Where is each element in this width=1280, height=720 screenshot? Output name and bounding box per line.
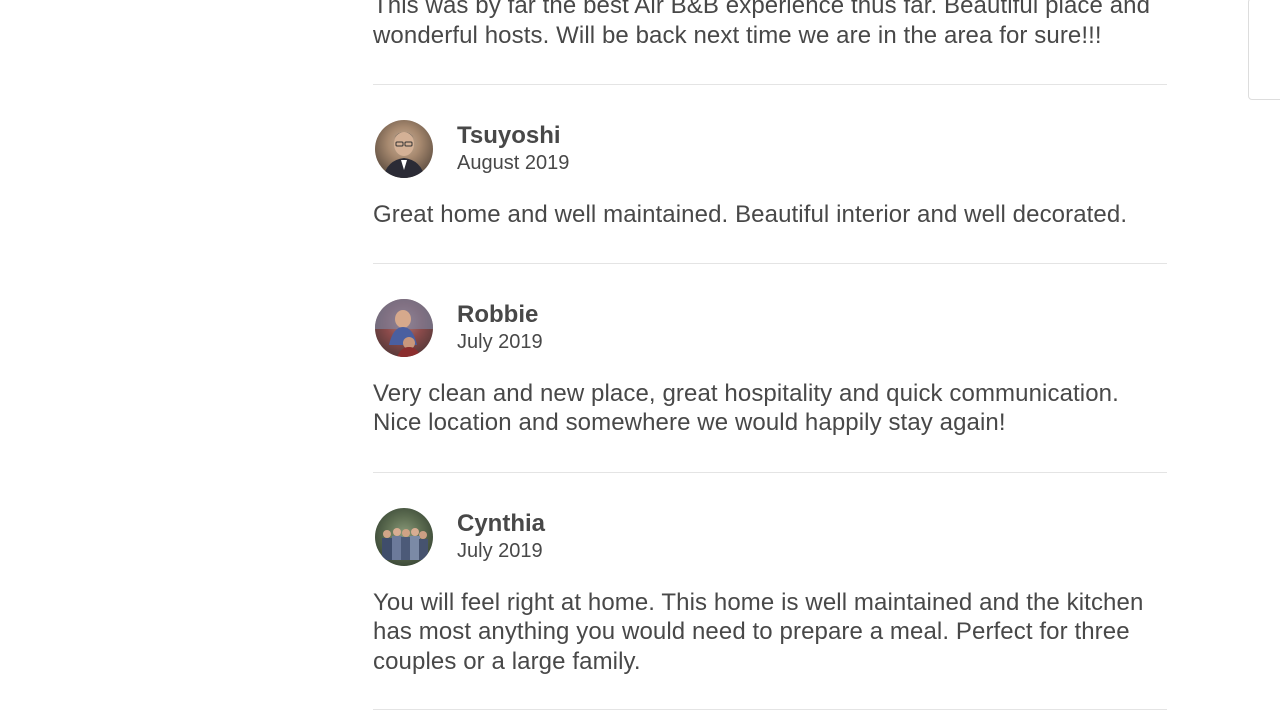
reviewer-header: Robbie July 2019	[373, 298, 1167, 358]
reviewer-info: Tsuyoshi August 2019	[457, 122, 569, 176]
review-text: You will feel right at home. This home i…	[373, 588, 1144, 675]
reviewer-header: Tsuyoshi August 2019	[373, 119, 1167, 179]
review-date: August 2019	[457, 152, 570, 174]
reviewer-avatar[interactable]	[375, 298, 433, 357]
reviewer-name[interactable]: Cynthia	[457, 510, 545, 538]
reviewer-name[interactable]: Robbie	[457, 301, 543, 329]
review-item: Tsuyoshi August 2019 Great home and well…	[373, 85, 1167, 264]
reviewer-name[interactable]: Tsuyoshi	[457, 122, 569, 150]
review-date: July 2019	[457, 330, 543, 353]
review-item: Robbie July 2019 Very clean and new plac…	[373, 264, 1167, 473]
review-text: Great home and well maintained. Beautifu…	[373, 201, 1128, 228]
review-text-previous: This was by far the best Air B&B experie…	[373, 0, 1151, 49]
reviewer-avatar[interactable]	[375, 507, 433, 566]
reviewer-info: Robbie July 2019	[457, 301, 543, 355]
reviewer-info: Cynthia July 2019	[457, 510, 545, 564]
review-date: July 2019	[457, 539, 543, 562]
reviews-list: This was by far the best Air B&B experie…	[373, 0, 1167, 710]
side-booking-panel[interactable]	[1248, 0, 1280, 100]
user-avatar-photo-icon	[383, 132, 425, 178]
user-avatar-photo-icon	[375, 298, 433, 357]
review-item: Cynthia July 2019 You will feel right at…	[373, 473, 1167, 710]
review-text: Very clean and new place, great hospital…	[373, 379, 1119, 437]
reviews-page: This was by far the best Air B&B experie…	[0, 0, 1280, 720]
reviewer-header: Cynthia July 2019	[373, 507, 1167, 567]
reviewer-avatar[interactable]	[375, 120, 433, 178]
review-divider	[373, 709, 1167, 710]
user-avatar-photo-icon	[382, 527, 428, 560]
